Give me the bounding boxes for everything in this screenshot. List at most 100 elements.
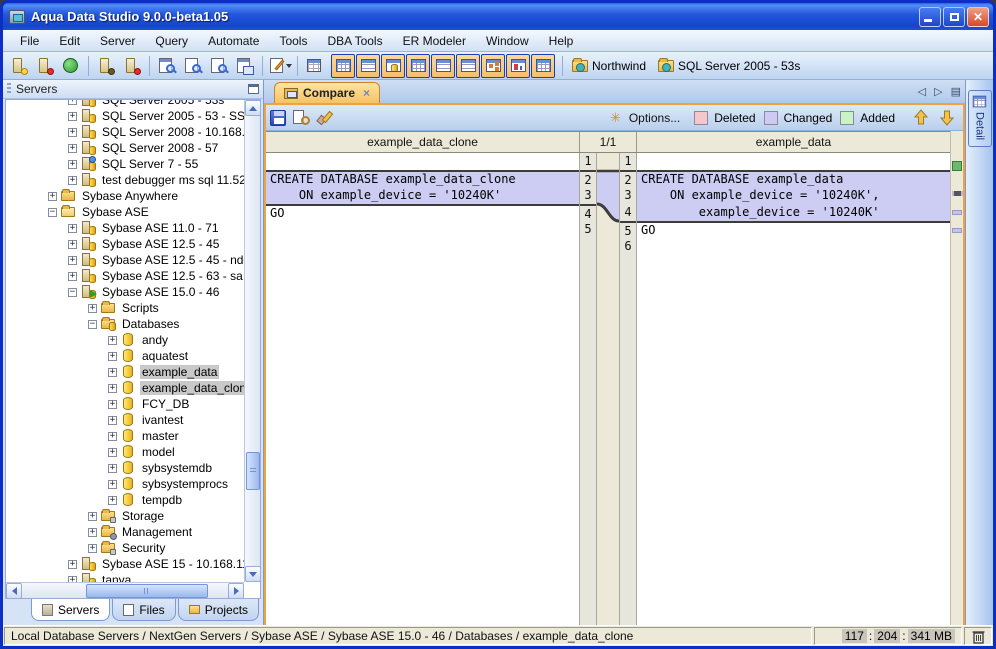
save-icon[interactable] [270, 110, 286, 126]
tab-detail[interactable]: Detail [968, 90, 992, 147]
tree-item-management[interactable]: +Management [6, 524, 244, 540]
tree-toggle-icon[interactable]: + [108, 384, 117, 393]
tab-close-icon[interactable]: × [363, 86, 370, 100]
windows-icon[interactable] [233, 54, 257, 78]
tree-toggle-icon[interactable]: + [108, 480, 117, 489]
tab-list-icon[interactable]: ▤ [951, 85, 961, 98]
tree-item-scripts[interactable]: +Scripts [6, 300, 244, 316]
tab-scroll-right-icon[interactable]: ▷ [934, 85, 942, 98]
scroll-up-button[interactable] [245, 100, 261, 116]
tree-item-test-debugger-ms-sql-11-52[interactable]: +test debugger ms sql 11.52 [6, 172, 244, 188]
vertical-scroll-thumb[interactable] [246, 452, 260, 490]
close-button[interactable]: ✕ [967, 7, 989, 27]
tree-item-sql-server-2008-57[interactable]: +SQL Server 2008 - 57 [6, 140, 244, 156]
tree-item-example-data[interactable]: +example_data [6, 364, 244, 380]
register-server-icon[interactable] [7, 54, 31, 78]
menu-dba-tools[interactable]: DBA Tools [318, 32, 391, 50]
tree-item-andy[interactable]: +andy [6, 332, 244, 348]
tree-toggle-icon[interactable]: + [68, 256, 77, 265]
menu-er-modeler[interactable]: ER Modeler [394, 32, 475, 50]
tree-item-sybase-ase-15-10-168-11-4[interactable]: +Sybase ASE 15 - 10.168.11.4 [6, 556, 244, 572]
tree-toggle-icon[interactable]: + [88, 528, 97, 537]
tree-vertical-scrollbar[interactable] [244, 100, 260, 582]
tree-toggle-icon[interactable]: − [88, 320, 97, 329]
garbage-collect-button[interactable] [964, 627, 992, 645]
server-properties-icon[interactable] [94, 54, 118, 78]
overview-changed-marker[interactable] [952, 210, 962, 215]
float-panel-icon[interactable] [248, 84, 259, 94]
tree-toggle-icon[interactable]: + [108, 416, 117, 425]
tree-toggle-icon[interactable]: + [108, 448, 117, 457]
tree-toggle-icon[interactable]: + [48, 192, 57, 201]
tab-scroll-left-icon[interactable]: ◁ [918, 85, 926, 98]
scroll-left-button[interactable] [6, 583, 22, 599]
tree-toggle-icon[interactable]: + [68, 100, 77, 105]
maximize-button[interactable] [943, 7, 965, 27]
tree-item-sybsystemprocs[interactable]: +sybsystemprocs [6, 476, 244, 492]
query-analyzer-icon[interactable] [155, 54, 179, 78]
menu-edit[interactable]: Edit [50, 32, 89, 50]
tree-item-storage[interactable]: +Storage [6, 508, 244, 524]
tree-item-ivantest[interactable]: +ivantest [6, 412, 244, 428]
tree-toggle-icon[interactable]: + [108, 496, 117, 505]
tree-item-sybase-ase-12-5-45[interactable]: +Sybase ASE 12.5 - 45 [6, 236, 244, 252]
menu-server[interactable]: Server [91, 32, 144, 50]
tree-item-sybase-ase-15-0-46[interactable]: −Sybase ASE 15.0 - 46 [6, 284, 244, 300]
connection-button-1[interactable]: Northwind [568, 57, 652, 75]
tree-item-fcy-db[interactable]: +FCY_DB [6, 396, 244, 412]
format-brush-icon[interactable] [316, 110, 332, 126]
connect-server-icon[interactable] [59, 54, 83, 78]
view-chart-icon[interactable] [506, 54, 530, 78]
horizontal-scroll-thumb[interactable] [86, 584, 208, 598]
dropdown-arrow-icon[interactable] [286, 64, 292, 68]
query-analyzer-grid-icon[interactable] [207, 54, 231, 78]
tab-compare[interactable]: Compare × [274, 82, 380, 103]
overview-added-marker[interactable] [952, 161, 962, 171]
script-editor-icon[interactable] [268, 54, 292, 78]
view-database-icon[interactable] [381, 54, 405, 78]
menu-query[interactable]: Query [146, 32, 197, 50]
view-schema-tree-icon[interactable] [481, 54, 505, 78]
view-form-icon[interactable] [356, 54, 380, 78]
tree-item-security[interactable]: +Security [6, 540, 244, 556]
disconnect-server-icon[interactable] [120, 54, 144, 78]
tree-item-sql-server-2005-53-sso[interactable]: +SQL Server 2005 - 53 - SSO [6, 108, 244, 124]
sidebar-tab-servers[interactable]: Servers [31, 599, 110, 621]
tree-toggle-icon[interactable]: + [68, 224, 77, 233]
options-button[interactable]: Options... [629, 111, 680, 125]
tree-toggle-icon[interactable]: + [68, 144, 77, 153]
view-table-icon[interactable] [531, 54, 555, 78]
tree-item-sybase-ase[interactable]: −Sybase ASE [6, 204, 244, 220]
minimize-button[interactable] [919, 7, 941, 27]
tree-item-tempdb[interactable]: +tempdb [6, 492, 244, 508]
tree-toggle-icon[interactable]: + [68, 240, 77, 249]
tree-toggle-icon[interactable]: + [68, 272, 77, 281]
tree-item-databases[interactable]: −Databases [6, 316, 244, 332]
view-layout-icon[interactable] [431, 54, 455, 78]
tree-toggle-icon[interactable]: + [108, 400, 117, 409]
tree-item-sql-server-2005-53s[interactable]: +SQL Server 2005 - 53s [6, 100, 244, 108]
tree-item-tanya[interactable]: +tanya [6, 572, 244, 582]
tree-toggle-icon[interactable]: + [68, 160, 77, 169]
tree-item-example-data-clone[interactable]: +example_data_clone [6, 380, 244, 396]
tree-item-sybase-anywhere[interactable]: +Sybase Anywhere [6, 188, 244, 204]
view-table-data-icon[interactable] [331, 54, 355, 78]
tree-item-aquatest[interactable]: +aquatest [6, 348, 244, 364]
tree-item-sql-server-7-55[interactable]: +SQL Server 7 - 55 [6, 156, 244, 172]
menu-help[interactable]: Help [540, 32, 583, 50]
tree-item-master[interactable]: +master [6, 428, 244, 444]
tree-toggle-icon[interactable]: + [108, 352, 117, 361]
tree-toggle-icon[interactable]: + [108, 368, 117, 377]
previous-diff-button[interactable] [913, 109, 929, 126]
tree-toggle-icon[interactable]: + [68, 112, 77, 121]
query-analyzer-results-icon[interactable] [181, 54, 205, 78]
tree-item-sybase-ase-12-5-45-ndg[interactable]: +Sybase ASE 12.5 - 45 - ndg [6, 252, 244, 268]
menu-file[interactable]: File [11, 32, 48, 50]
preview-icon[interactable] [292, 109, 310, 127]
tree-item-sybase-ase-11-0-71[interactable]: +Sybase ASE 11.0 - 71 [6, 220, 244, 236]
panel-grip[interactable] [7, 83, 11, 95]
right-code-pane[interactable]: CREATE DATABASE example_data ON example_… [637, 153, 950, 625]
menu-tools[interactable]: Tools [270, 32, 316, 50]
tree-toggle-icon[interactable]: + [68, 560, 77, 569]
tree-toggle-icon[interactable]: + [108, 432, 117, 441]
